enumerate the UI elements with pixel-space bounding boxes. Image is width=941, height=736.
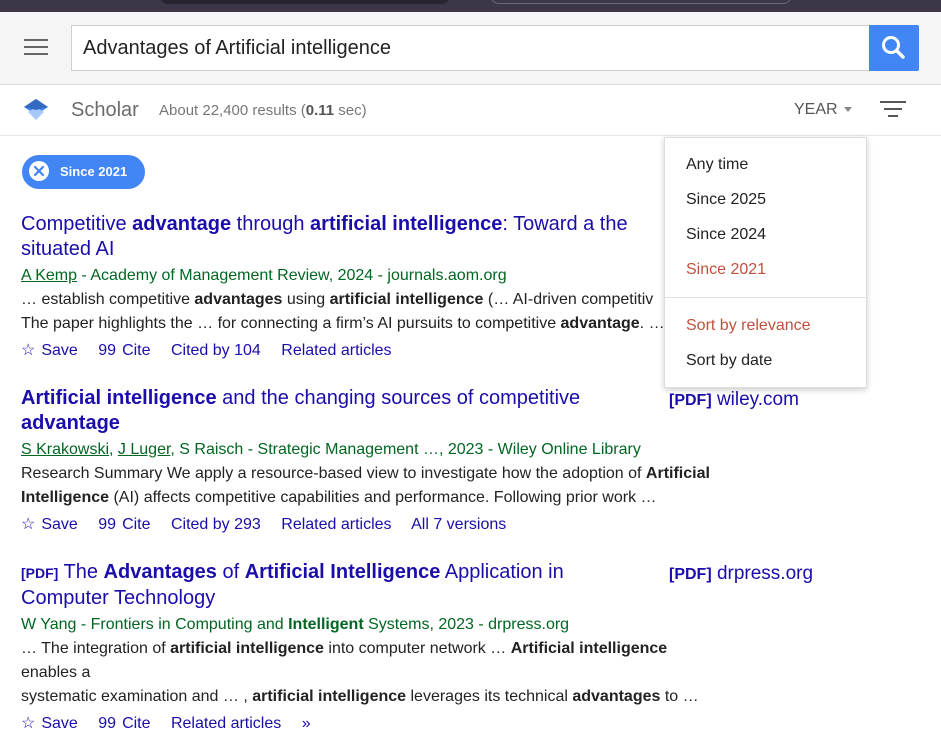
more-options-icon[interactable]: » xyxy=(302,715,311,732)
result-title-link[interactable]: Artificial intelligence and the changing… xyxy=(21,386,661,436)
search-icon xyxy=(882,36,905,59)
scholar-subbar: Scholar About 22,400 results (0.11 sec) … xyxy=(0,85,941,136)
result-actions: ☆ Save 99 Cite Cited by 293 Related articl… xyxy=(21,513,881,537)
search-header xyxy=(0,12,941,85)
menu-item-any-time[interactable]: Any time xyxy=(686,156,748,174)
menu-item-sort-relevance[interactable]: Sort by relevance xyxy=(686,317,811,335)
pdf-tag: [PDF] xyxy=(21,565,59,581)
save-button[interactable]: ☆ Save xyxy=(21,342,78,359)
menu-item-since-2024[interactable]: Since 2024 xyxy=(686,226,766,244)
browser-top-strip xyxy=(0,0,941,12)
result-authors: W Yang - Frontiers in Computing and Inte… xyxy=(21,616,570,633)
caret-down-icon xyxy=(843,107,852,113)
menu-item-since-2025[interactable]: Since 2025 xyxy=(686,191,766,209)
browser-address-pill xyxy=(490,0,792,4)
save-button[interactable]: ☆ Save xyxy=(21,715,78,732)
related-articles-link[interactable]: Related articles xyxy=(281,516,391,533)
cite-button[interactable]: 99 Cite xyxy=(98,516,150,533)
menu-item-since-2021[interactable]: Since 2021 xyxy=(686,261,766,279)
cite-button[interactable]: 99 Cite xyxy=(98,342,150,359)
menu-item-sort-date[interactable]: Sort by date xyxy=(686,352,772,370)
result-snippet: Research Summary We apply a resource-bas… xyxy=(21,465,710,506)
search-button[interactable] xyxy=(869,25,919,71)
quote-icon: 99 xyxy=(98,342,117,359)
hamburger-menu-icon[interactable] xyxy=(24,39,48,57)
search-result: [PDF] The Advantages of Artificial Intel… xyxy=(21,560,881,736)
browser-tab-pill xyxy=(160,0,450,4)
quote-icon: 99 xyxy=(98,516,117,533)
filter-icon[interactable] xyxy=(880,101,906,119)
related-articles-link[interactable]: Related articles xyxy=(171,715,281,732)
author-link[interactable]: A Kemp xyxy=(21,267,77,284)
search-input[interactable] xyxy=(71,25,868,71)
scholar-brand[interactable]: Scholar xyxy=(71,99,139,122)
result-title-link[interactable]: Competitive advantage through artificial… xyxy=(21,212,661,262)
author-link[interactable]: J Luger xyxy=(118,441,170,458)
result-stats: About 22,400 results (0.11 sec) xyxy=(159,102,367,119)
result-title-link[interactable]: [PDF] The Advantages of Artificial Intel… xyxy=(21,560,661,611)
author-link[interactable]: S Krakowski xyxy=(21,441,109,458)
cited-by-link[interactable]: Cited by 104 xyxy=(171,342,261,359)
cite-button[interactable]: 99 Cite xyxy=(98,715,150,732)
result-snippet: … The integration of artificial intellig… xyxy=(21,640,699,705)
since-2021-chip[interactable]: Since 2021 xyxy=(22,155,145,189)
chip-label: Since 2021 xyxy=(60,164,128,179)
related-articles-link[interactable]: Related articles xyxy=(281,342,391,359)
year-dropdown-menu: Any time Since 2025 Since 2024 Since 202… xyxy=(664,137,867,388)
side-pdf-link[interactable]: [PDF] wiley.com xyxy=(669,389,799,411)
scholar-logo-icon[interactable] xyxy=(22,97,50,128)
all-versions-link[interactable]: All 7 versions xyxy=(411,516,506,533)
cited-by-link[interactable]: Cited by 293 xyxy=(171,516,261,533)
menu-divider xyxy=(665,297,866,298)
star-icon: ☆ xyxy=(21,516,36,533)
quote-icon: 99 xyxy=(98,715,117,732)
result-snippet: … establish competitive advantages using… xyxy=(21,291,665,332)
clear-filter-icon[interactable] xyxy=(29,161,49,181)
result-actions: ☆ Save 99 Cite Related articles » xyxy=(21,712,881,736)
save-button[interactable]: ☆ Save xyxy=(21,516,78,533)
side-pdf-link[interactable]: [PDF] drpress.org xyxy=(669,563,813,585)
star-icon: ☆ xyxy=(21,342,36,359)
year-filter-button[interactable]: YEAR xyxy=(794,101,852,119)
result-authors: S Krakowski, J Luger, S Raisch - Strateg… xyxy=(21,441,641,458)
star-icon: ☆ xyxy=(21,715,36,732)
